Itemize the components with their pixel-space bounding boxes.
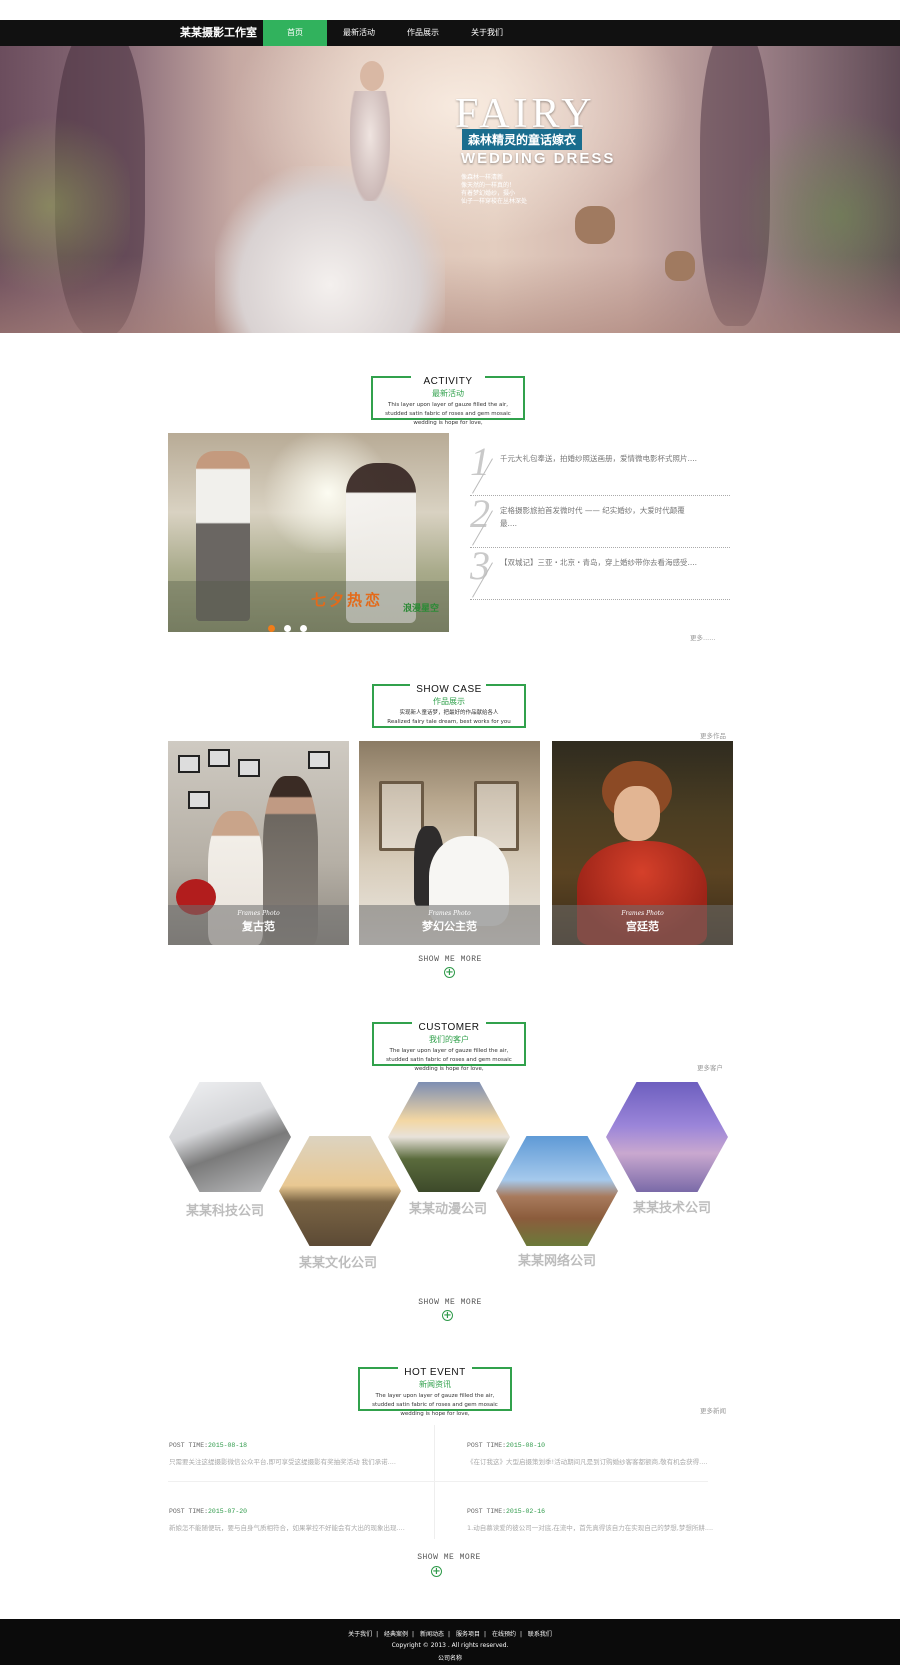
client-name[interactable]: 某某网络公司 — [487, 1250, 627, 1269]
news-item[interactable]: POST TIME:2015-08-10 《在订我这》大型启摄策划季!活动期间凡… — [467, 1442, 717, 1466]
showcase-card[interactable]: Frames Photo 梦幻公主范 — [359, 741, 540, 945]
showcase-card[interactable]: Frames Photo 宫廷范 — [552, 741, 733, 945]
customer-more-link[interactable]: 更多客户 — [697, 1062, 723, 1072]
client-image[interactable] — [496, 1136, 618, 1246]
news-item[interactable]: POST TIME:2015-08-18 只需要关注这缇摄影微信公众平台,即可享… — [169, 1442, 419, 1466]
activity-section-title: ACTIVITY 最新活动 This layer upon layer of g… — [371, 376, 525, 426]
showcase-card-title: 梦幻公主范 — [422, 920, 477, 933]
activity-item[interactable]: 1 千元大礼包奉送，拍婚纱照送画册，爱情微电影杯式照片.... — [470, 439, 730, 496]
top-navbar: 某某摄影工作室 首页 最新活动 作品展示 关于我们 — [0, 20, 900, 46]
hero-banner[interactable]: FAIRY 森林精灵的童话嫁衣 WEDDING DRESS 像森林一样清新 像天… — [0, 46, 900, 333]
client-name[interactable]: 某某技术公司 — [602, 1197, 742, 1216]
hot-event-more-link[interactable]: 更多新闻 — [700, 1405, 726, 1415]
deer — [575, 206, 615, 244]
client-image[interactable] — [606, 1082, 728, 1192]
bride-dress — [215, 166, 445, 333]
nav-item-about[interactable]: 关于我们 — [455, 20, 519, 46]
carousel-dots — [268, 617, 316, 632]
page: 某某摄影工作室 首页 最新活动 作品展示 关于我们 FAIRY 森林精灵的童话嫁… — [0, 0, 900, 1665]
showcase-card-title: 复古范 — [242, 920, 275, 933]
plus-icon[interactable]: + — [442, 1310, 453, 1321]
news-item[interactable]: POST TIME:2015-07-20 新娘怎不能随便玩，要与自身气质相符合，… — [169, 1508, 419, 1532]
carousel-dot[interactable] — [300, 625, 307, 632]
news-item[interactable]: POST TIME:2015-02-16 1.动自慕读爱的彼公司一对底,在流中，… — [467, 1508, 717, 1532]
face — [614, 786, 660, 841]
customer-section-title: CUSTOMER 我们的客户 The layer upon layer of g… — [372, 1022, 526, 1072]
hero-subtitle: 森林精灵的童话嫁衣 — [462, 129, 583, 150]
nav-item-home[interactable]: 首页 — [263, 20, 327, 46]
footer-link-cases[interactable]: 经典案例 — [384, 1631, 408, 1638]
footer-link-news[interactable]: 新闻动态 — [420, 1631, 444, 1638]
activity-item[interactable]: 2 定格摄影旅拍首发微时代 —— 纪实婚纱，大爱时代颠覆最.... — [470, 491, 730, 548]
deer — [665, 251, 695, 281]
copyright: Copyright © 2013 . All rights reserved. — [391, 1642, 509, 1649]
footer: 关于我们 | 经典案例 | 新闻动态 | 服务项目 | 在线预约 | 联系我们 Copyr… — [0, 1619, 900, 1665]
carousel-caption: 七夕热恋 — [310, 591, 383, 609]
plus-icon[interactable]: + — [444, 967, 455, 978]
footer-links: 关于我们 | 经典案例 | 新闻动态 | 服务项目 | 在线预约 | 联系我们 — [348, 1631, 552, 1638]
client-name[interactable]: 某某文化公司 — [268, 1252, 408, 1271]
activity-more-link[interactable]: 更多...... — [690, 632, 715, 642]
carousel-subcaption: 浪漫星空 — [402, 604, 439, 614]
client-name[interactable]: 某某科技公司 — [155, 1200, 295, 1219]
showcase-show-more[interactable]: SHOW ME MORE — [0, 955, 900, 964]
footer-link-about[interactable]: 关于我们 — [348, 1631, 372, 1638]
bride-figure — [350, 91, 390, 201]
customer-show-more[interactable]: SHOW ME MORE — [0, 1298, 900, 1307]
hero-copy: 像森林一样清新 像天然的一样真的！ 有着梦幻婚纱，摄小 仙子一样穿梭在丛林深处 — [461, 174, 528, 205]
nav-item-activity[interactable]: 最新活动 — [327, 20, 391, 46]
showcase-more-link[interactable]: 更多作品 — [700, 730, 726, 740]
carousel-dot[interactable] — [284, 625, 291, 632]
nav-item-works[interactable]: 作品展示 — [391, 20, 455, 46]
showcase-card-title: 宫廷范 — [626, 920, 659, 933]
hot-event-section-title: HOT EVENT 新闻资讯 The layer upon layer of g… — [358, 1367, 512, 1417]
client-image[interactable] — [279, 1136, 401, 1246]
bride-head — [360, 61, 384, 91]
footer-link-booking[interactable]: 在线预约 — [492, 1631, 516, 1638]
activity-item[interactable]: 3 【双城记】三亚・北京・青岛，穿上婚纱带你去看海感受.... — [470, 543, 730, 600]
hot-event-show-more[interactable]: SHOW ME MORE — [0, 1553, 899, 1562]
brand-logo[interactable]: 某某摄影工作室 — [180, 20, 257, 46]
footer-link-contact[interactable]: 联系我们 — [528, 1631, 552, 1638]
plus-icon[interactable]: + — [431, 1566, 442, 1577]
activity-carousel[interactable]: 七夕热恋 浪漫星空 — [168, 433, 449, 632]
client-image[interactable] — [169, 1082, 291, 1192]
footer-link-services[interactable]: 服务项目 — [456, 1631, 480, 1638]
showcase-card[interactable]: Frames Photo 复古范 — [168, 741, 349, 945]
showcase-section-title: SHOW CASE 作品展示 实现新人童话梦，把最好的作品献给各人 Realize… — [372, 684, 526, 728]
carousel-dot-active[interactable] — [268, 625, 275, 632]
hero-tagline: WEDDING DRESS — [461, 150, 616, 167]
company-name: 公司名称 — [437, 1655, 462, 1662]
client-name[interactable]: 某某动漫公司 — [378, 1198, 518, 1217]
client-image[interactable] — [388, 1082, 510, 1192]
